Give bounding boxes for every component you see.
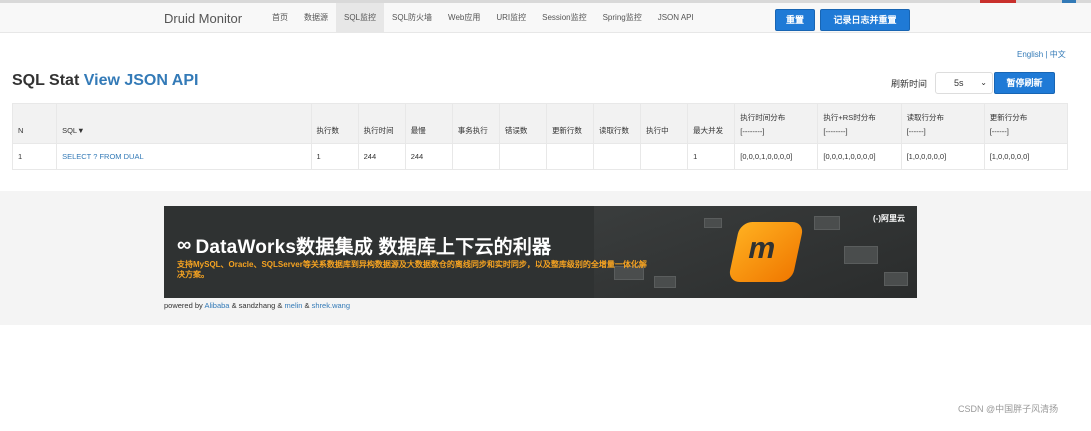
column-header-n[interactable]: N bbox=[11, 103, 58, 144]
nav-item-session-monitor[interactable]: Session监控 bbox=[534, 3, 594, 33]
cell-slowest: 244 bbox=[404, 143, 453, 170]
cell-update-rows-dist: [1,0,0,0,0,0] bbox=[983, 143, 1069, 170]
powered-amp: & bbox=[302, 301, 312, 310]
nav-item-web-app[interactable]: Web应用 bbox=[440, 3, 488, 33]
cell-exec-time-dist: [0,0,0,1,0,0,0,0] bbox=[734, 143, 819, 170]
banner-block bbox=[814, 216, 840, 230]
cell-update-rows bbox=[545, 143, 595, 170]
shrek-link[interactable]: shrek.wang bbox=[312, 301, 350, 310]
view-json-api-link[interactable]: View JSON API bbox=[84, 72, 199, 89]
sql-detail-link[interactable]: SELECT ? FROM DUAL bbox=[62, 152, 144, 161]
cell-running bbox=[640, 143, 689, 170]
cell-fetch-rows-dist: [1,0,0,0,0,0] bbox=[900, 143, 985, 170]
dataworks-chip-logo: m bbox=[727, 222, 805, 282]
dist-sub: [--------] bbox=[740, 126, 765, 136]
lang-chinese-link[interactable]: 中文 bbox=[1050, 50, 1066, 59]
sql-stat-table: N SQL▼ 执行数 执行时间 最慢 事务执行 错误数 更新行数 读取行数 执行… bbox=[11, 103, 1069, 170]
column-header-update-rows[interactable]: 更新行数 bbox=[545, 103, 595, 144]
aliyun-logo: (-)阿里云 bbox=[873, 214, 905, 223]
cell-n: 1 bbox=[11, 143, 58, 170]
nav-item-uri-monitor[interactable]: URI监控 bbox=[488, 3, 534, 33]
powered-middle: & sandzhang & bbox=[229, 301, 285, 310]
nav-item-sql-monitor[interactable]: SQL监控 bbox=[336, 3, 385, 33]
cell-error-count bbox=[498, 143, 547, 170]
dist-title: 读取行分布 bbox=[906, 112, 945, 122]
column-header-sql[interactable]: SQL▼ bbox=[56, 103, 312, 144]
column-header-fetch-rows-dist[interactable]: 读取行分布 [------] bbox=[900, 103, 985, 144]
banner-block bbox=[884, 272, 908, 286]
banner-block bbox=[704, 218, 722, 228]
language-switch: English | 中文 bbox=[1017, 49, 1066, 60]
pause-refresh-button[interactable]: 暂停刷新 bbox=[994, 72, 1055, 94]
nav-item-sql-firewall[interactable]: SQL防火墙 bbox=[384, 3, 440, 33]
banner-headline-text: DataWorks数据集成 数据库上下云的利器 bbox=[195, 237, 552, 258]
brand-title[interactable]: Druid Monitor bbox=[164, 11, 242, 26]
dist-title: 执行时间分布 bbox=[740, 112, 786, 122]
dist-title: 更新行分布 bbox=[989, 112, 1028, 122]
column-header-slowest[interactable]: 最慢 bbox=[404, 103, 453, 144]
column-header-fetch-rows[interactable]: 读取行数 bbox=[593, 103, 642, 144]
navbar: Druid Monitor 首页 数据源 SQL监控 SQL防火墙 Web应用 … bbox=[0, 3, 1091, 33]
column-header-update-rows-dist[interactable]: 更新行分布 [------] bbox=[983, 103, 1069, 144]
lang-english-link[interactable]: English bbox=[1017, 50, 1043, 59]
refresh-interval-value: 5s bbox=[954, 78, 964, 88]
cell-sql: SELECT ? FROM DUAL bbox=[56, 143, 312, 170]
column-header-exec-time[interactable]: 执行时间 bbox=[357, 103, 406, 144]
cell-exec-count: 1 bbox=[310, 143, 359, 170]
dist-sub: [--------] bbox=[823, 126, 848, 136]
refresh-interval-select[interactable]: 5s ⌄ bbox=[935, 72, 993, 94]
banner-headline: ∞ DataWorks数据集成 数据库上下云的利器 bbox=[177, 232, 551, 259]
dist-sub: [------] bbox=[906, 126, 926, 136]
nav-item-datasource[interactable]: 数据源 bbox=[296, 3, 336, 33]
banner-block bbox=[654, 276, 676, 288]
alibaba-link[interactable]: Alibaba bbox=[204, 301, 229, 310]
footer: m ∞ DataWorks数据集成 数据库上下云的利器 支持MySQL、Orac… bbox=[0, 191, 1091, 325]
dist-title: 执行+RS时分布 bbox=[823, 112, 876, 122]
banner-block bbox=[844, 246, 878, 264]
page-title: SQL Stat View JSON API bbox=[12, 72, 198, 90]
table-header-row: N SQL▼ 执行数 执行时间 最慢 事务执行 错误数 更新行数 读取行数 执行… bbox=[11, 103, 1069, 144]
table-row: 1 SELECT ? FROM DUAL 1 244 244 1 [0,0,0,… bbox=[11, 143, 1069, 170]
cell-max-concurrent: 1 bbox=[687, 143, 736, 170]
dataworks-ad-banner[interactable]: m ∞ DataWorks数据集成 数据库上下云的利器 支持MySQL、Orac… bbox=[164, 206, 917, 298]
column-header-exec-rs-dist[interactable]: 执行+RS时分布 [--------] bbox=[817, 103, 902, 144]
column-header-max-concurrent[interactable]: 最大并发 bbox=[687, 103, 736, 144]
nav-item-home[interactable]: 首页 bbox=[264, 3, 296, 33]
melin-link[interactable]: melin bbox=[285, 301, 303, 310]
cell-tx-exec bbox=[451, 143, 500, 170]
reset-button[interactable]: 重置 bbox=[775, 9, 815, 31]
log-and-reset-button[interactable]: 记录日志并重置 bbox=[820, 9, 910, 31]
banner-subtext: 支持MySQL、Oracle、SQLServer等关系数据库到异构数据源及大数据… bbox=[177, 260, 647, 279]
powered-prefix: powered by bbox=[164, 301, 205, 310]
cell-exec-rs-dist: [0,0,0,1,0,0,0,0] bbox=[817, 143, 902, 170]
nav-menu: 首页 数据源 SQL监控 SQL防火墙 Web应用 URI监控 Session监… bbox=[264, 3, 702, 33]
nav-item-json-api[interactable]: JSON API bbox=[650, 3, 702, 33]
cell-fetch-rows bbox=[593, 143, 642, 170]
column-header-exec-count[interactable]: 执行数 bbox=[310, 103, 359, 144]
chevron-down-icon: ⌄ bbox=[980, 78, 987, 87]
refresh-interval-label: 刷新时间 bbox=[891, 79, 928, 89]
dataworks-logo-icon: ∞ bbox=[177, 234, 192, 256]
column-header-running[interactable]: 执行中 bbox=[640, 103, 689, 144]
powered-by: powered by Alibaba & sandzhang & melin &… bbox=[164, 301, 350, 310]
dist-sub: [------] bbox=[989, 126, 1009, 136]
column-header-error-count[interactable]: 错误数 bbox=[498, 103, 547, 144]
csdn-watermark: CSDN @中国胖子风清扬 bbox=[958, 404, 1059, 414]
column-header-exec-time-dist[interactable]: 执行时间分布 [--------] bbox=[734, 103, 819, 144]
nav-item-spring-monitor[interactable]: Spring监控 bbox=[595, 3, 650, 33]
page-title-text: SQL Stat bbox=[12, 72, 80, 89]
column-header-tx-exec[interactable]: 事务执行 bbox=[451, 103, 500, 144]
cell-exec-time: 244 bbox=[357, 143, 406, 170]
